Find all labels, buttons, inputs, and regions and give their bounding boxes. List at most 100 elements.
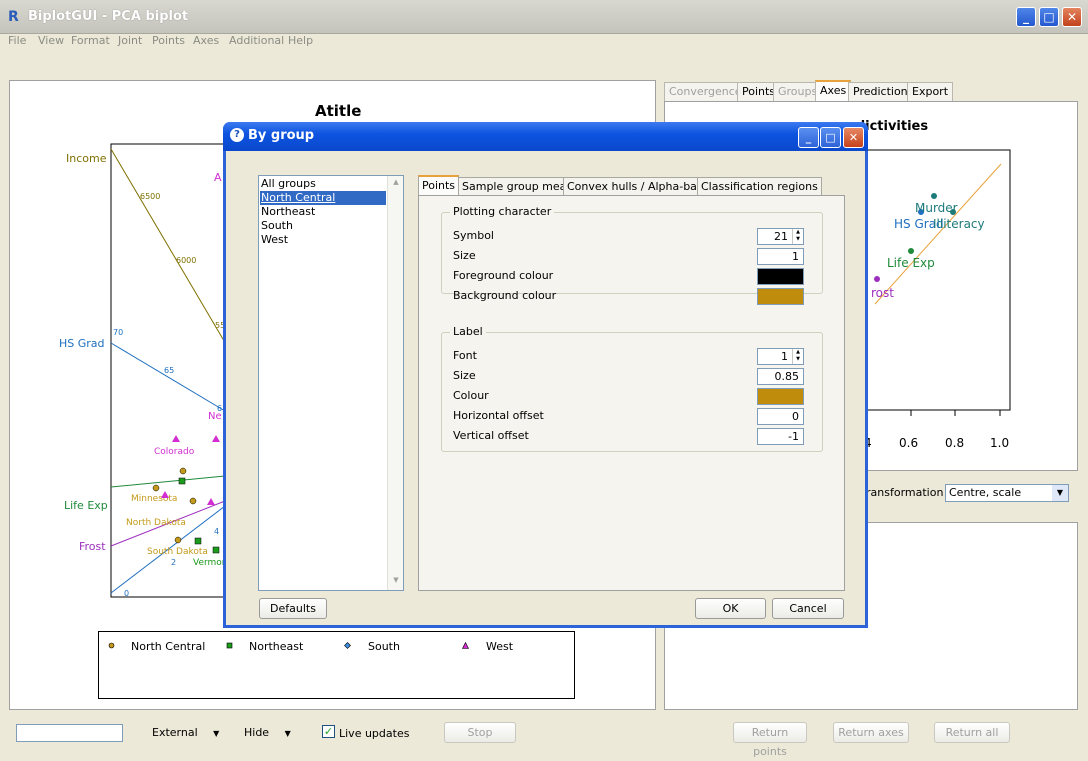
tab-classification-regions[interactable]: Classification regions xyxy=(697,177,822,196)
list-item-northeast[interactable]: Northeast xyxy=(260,205,386,219)
hide-dropdown[interactable]: Hide ▼ xyxy=(244,726,291,739)
minimize-icon[interactable]: _ xyxy=(798,127,819,148)
dialog-title: By group xyxy=(248,128,315,143)
point-west xyxy=(172,435,180,442)
menu-file[interactable]: File xyxy=(8,34,26,50)
income-tick-2: 6000 xyxy=(176,256,196,265)
reference-line xyxy=(874,163,1002,305)
tab-axes[interactable]: Axes xyxy=(815,80,852,101)
symbol-label: Symbol xyxy=(453,229,494,242)
return-axes-button[interactable]: Return axes xyxy=(833,722,909,743)
legend-circle-icon xyxy=(108,642,115,649)
hsgrad-axis-line xyxy=(110,342,226,412)
horizontal-offset-label: Horizontal offset xyxy=(453,409,544,422)
font-spinbox[interactable]: 1 ▲ ▼ xyxy=(757,348,804,365)
font-value: 1 xyxy=(781,350,788,363)
scroll-up-icon[interactable]: ▲ xyxy=(390,178,402,190)
point-west xyxy=(212,435,220,442)
point-northeast xyxy=(178,477,186,485)
lifeexp-tick-2: 2 xyxy=(171,558,176,567)
scroll-down-icon[interactable]: ▼ xyxy=(390,576,402,588)
close-icon[interactable]: ✕ xyxy=(843,127,864,148)
tab-convergence[interactable]: Convergence xyxy=(664,82,747,101)
point-label-colorado: Colorado xyxy=(154,447,195,457)
return-points-button[interactable]: Return points xyxy=(733,722,807,758)
lifeexp-axis-line xyxy=(110,475,226,488)
axis-label-lifeexp: Life Exp xyxy=(64,499,108,512)
menu-help[interactable]: Help xyxy=(288,34,313,50)
stop-button[interactable]: Stop xyxy=(444,722,516,743)
dialog-titlebar: ? By group _ □ ✕ xyxy=(223,122,868,151)
list-item-south[interactable]: South xyxy=(260,219,386,233)
minimize-icon[interactable]: _ xyxy=(1016,7,1036,27)
list-item-west[interactable]: West xyxy=(260,233,386,247)
cancel-button[interactable]: Cancel xyxy=(772,598,844,619)
group-list[interactable]: All groups North Central Northeast South… xyxy=(258,175,404,591)
dropdown-arrow-icon: ▼ xyxy=(213,729,220,738)
point-label-minnesota: Minnesota xyxy=(131,494,177,504)
legend-diamond-icon xyxy=(344,642,351,649)
plotting-character-legend: Plotting character xyxy=(450,205,555,218)
menu-additional[interactable]: Additional xyxy=(229,34,284,50)
list-scrollbar[interactable]: ▲ ▼ xyxy=(387,176,403,590)
spin-arrows-icon[interactable]: ▲ ▼ xyxy=(792,349,803,364)
x-tick-label: 0.6 xyxy=(899,436,918,450)
label-group: Label Font 1 ▲ ▼ Size 0.85 Colour Horizon… xyxy=(441,325,823,452)
transformation-select[interactable]: Centre, scale ▼ xyxy=(945,484,1069,502)
external-dropdown[interactable]: External ▼ xyxy=(152,726,219,739)
list-item-all-groups[interactable]: All groups xyxy=(260,177,386,191)
tab-points[interactable]: Points xyxy=(418,175,460,196)
maximize-icon[interactable]: □ xyxy=(820,127,841,148)
income-axis-line xyxy=(110,148,231,352)
chevron-down-icon[interactable]: ▼ xyxy=(1052,485,1068,501)
foreground-colour-label: Foreground colour xyxy=(453,269,554,282)
lifeexp-tick-3: 0 xyxy=(124,589,129,598)
label-frost: rost xyxy=(871,286,894,300)
status-field[interactable] xyxy=(16,724,123,742)
menu-axes[interactable]: Axes xyxy=(193,34,219,50)
legend-square-icon xyxy=(226,642,233,649)
menu-joint[interactable]: Joint xyxy=(118,34,142,50)
menu-format[interactable]: Format xyxy=(71,34,110,50)
legend-item-northeast: Northeast xyxy=(249,640,304,653)
label-colour-label: Colour xyxy=(453,389,489,402)
symbol-size-input[interactable]: 1 xyxy=(757,248,804,265)
r-app-icon: R xyxy=(8,9,19,25)
dialog-tabs: Points Sample group means Convex hulls /… xyxy=(418,175,844,196)
spin-arrows-icon[interactable]: ▲ ▼ xyxy=(792,229,803,244)
background-colour-swatch[interactable] xyxy=(757,288,804,305)
menu-view[interactable]: View xyxy=(38,34,64,50)
defaults-button[interactable]: Defaults xyxy=(259,598,327,619)
tab-export[interactable]: Export xyxy=(907,82,954,101)
ok-button[interactable]: OK xyxy=(695,598,766,619)
window-titlebar: R BiplotGUI - PCA biplot _ □ ✕ xyxy=(0,0,1088,34)
close-icon[interactable]: ✕ xyxy=(1062,7,1082,27)
dropdown-arrow-icon: ▼ xyxy=(284,729,291,738)
partial-point-label-2: Ne xyxy=(208,411,222,422)
legend-item-south: South xyxy=(368,640,400,653)
list-item-north-central[interactable]: North Central xyxy=(260,191,386,205)
menu-points[interactable]: Points xyxy=(152,34,185,50)
x-tick-label: 1.0 xyxy=(990,436,1009,450)
live-updates-checkbox[interactable]: ✓ xyxy=(322,725,335,738)
foreground-colour-swatch[interactable] xyxy=(757,268,804,285)
legend-triangle-icon xyxy=(462,642,469,649)
maximize-icon[interactable]: □ xyxy=(1039,7,1059,27)
income-tick-1: 6500 xyxy=(140,192,160,201)
vertical-offset-input[interactable]: -1 xyxy=(757,428,804,445)
axis-label-frost: Frost xyxy=(79,540,106,553)
points-tab-pane: Plotting character Symbol 21 ▲ ▼ Size 1 F… xyxy=(418,195,845,591)
horizontal-offset-input[interactable]: 0 xyxy=(757,408,804,425)
symbol-spinbox[interactable]: 21 ▲ ▼ xyxy=(757,228,804,245)
point-north-central xyxy=(189,497,197,505)
point-northeast xyxy=(194,537,202,545)
axis-label-hsgrad: HS Grad xyxy=(59,337,105,350)
label-colour-swatch[interactable] xyxy=(757,388,804,405)
symbol-value: 21 xyxy=(774,230,788,243)
tab-convex-hulls[interactable]: Convex hulls / Alpha-bags xyxy=(563,177,714,196)
plot-legend: North Central Northeast South West xyxy=(98,631,575,699)
point-northeast xyxy=(212,546,220,554)
label-size-input[interactable]: 0.85 xyxy=(757,368,804,385)
point-north-central xyxy=(179,467,187,475)
return-all-button[interactable]: Return all xyxy=(934,722,1010,743)
